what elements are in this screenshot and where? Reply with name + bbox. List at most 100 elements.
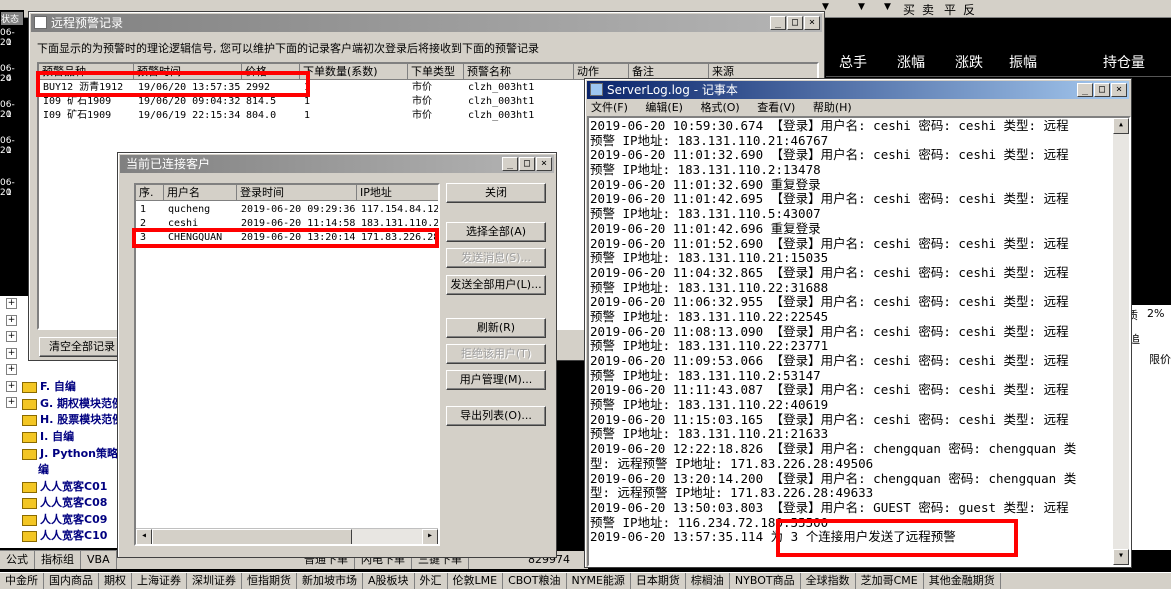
- scroll-up-icon[interactable]: ▴: [1113, 118, 1129, 134]
- market-tab[interactable]: 外汇: [415, 573, 448, 589]
- alert-row-2-name[interactable]: clzh_003ht1: [468, 95, 534, 109]
- market-tab[interactable]: 上海证券: [132, 573, 187, 589]
- expand-plus-icon[interactable]: +: [6, 314, 17, 326]
- expand-plus-icon[interactable]: +: [6, 397, 17, 408]
- sell-button[interactable]: 卖: [922, 1, 934, 18]
- market-tab[interactable]: 中金所: [0, 573, 44, 589]
- col-order-type[interactable]: 下单类型: [408, 64, 464, 80]
- close-icon[interactable]: ×: [1111, 83, 1127, 97]
- buy-button[interactable]: 买: [903, 1, 915, 18]
- maximize-icon[interactable]: □: [1094, 83, 1110, 97]
- client-row-1-ip[interactable]: 117.154.84.122: [361, 203, 438, 217]
- alert-row-3-qty[interactable]: 1: [304, 109, 310, 123]
- close-icon[interactable]: ×: [536, 157, 552, 171]
- tree-item-6[interactable]: 编: [38, 462, 49, 478]
- alert-row-2-price[interactable]: 814.5: [246, 95, 276, 109]
- market-tab[interactable]: A股板块: [363, 573, 415, 589]
- market-tab[interactable]: 伦敦LME: [448, 573, 504, 589]
- clear-all-records-button[interactable]: 清空全部记录: [39, 337, 125, 357]
- scroll-down-icon[interactable]: ▾: [1113, 549, 1129, 565]
- scroll-right-icon[interactable]: ▸: [422, 529, 438, 544]
- alert-row-3-price[interactable]: 804.0: [246, 109, 276, 123]
- alert-row-2-type[interactable]: 市价: [412, 95, 432, 109]
- tree-item-1[interactable]: F. 自编: [22, 379, 76, 395]
- menu-view[interactable]: 查看(V): [757, 100, 795, 116]
- notepad-titlebar[interactable]: ServerLog.log - 记事本 _ □ ×: [587, 81, 1129, 99]
- alert-window-titlebar[interactable]: 远程预警记录 _ □ ×: [31, 14, 822, 32]
- user-management-button[interactable]: 用户管理(M)...: [446, 370, 546, 390]
- market-tab[interactable]: NYBOT商品: [730, 573, 801, 589]
- deny-user-button[interactable]: 拒绝该用户(T): [446, 344, 546, 364]
- client-row-1-time[interactable]: 2019-06-20 09:29:36: [241, 203, 355, 217]
- col-amplitude[interactable]: 振幅: [1009, 55, 1037, 71]
- alert-row-2-time[interactable]: 19/06/20 09:04:32: [138, 95, 240, 109]
- col-change-pct[interactable]: 涨幅: [897, 55, 925, 71]
- menu-edit[interactable]: 编辑(E): [645, 100, 683, 116]
- expand-plus-icon[interactable]: +: [6, 347, 17, 359]
- maximize-icon[interactable]: □: [787, 16, 803, 30]
- right-tab[interactable]: 表: [1135, 555, 1146, 571]
- close-button[interactable]: 关闭: [446, 183, 546, 203]
- market-tab[interactable]: 芝加哥CME: [856, 573, 924, 589]
- col-ip[interactable]: IP地址: [357, 185, 438, 201]
- vertical-scrollbar[interactable]: ▴ ▾: [1113, 118, 1129, 565]
- tree-item-8[interactable]: 人人宽客C08: [22, 495, 107, 511]
- market-tab[interactable]: 国内商品: [44, 573, 99, 589]
- col-quantity[interactable]: 下单数量(系数): [300, 64, 408, 80]
- tree-item-3[interactable]: H. 股票模块范例: [22, 412, 123, 428]
- tab-vba[interactable]: VBA: [81, 551, 117, 569]
- client-row-1-index[interactable]: 1: [140, 203, 146, 217]
- col-username[interactable]: 用户名: [164, 185, 237, 201]
- horizontal-scrollbar[interactable]: ◂ ▸: [136, 528, 438, 544]
- notepad-text-area[interactable]: 2019-06-20 10:59:30.674 【登录】用户名: ceshi 密…: [587, 116, 1131, 567]
- market-tab[interactable]: 恒指期货: [242, 573, 297, 589]
- scroll-left-icon[interactable]: ◂: [136, 529, 152, 544]
- close-icon[interactable]: ×: [804, 16, 820, 30]
- tab-formula[interactable]: 公式: [0, 551, 35, 569]
- alert-row-3-type[interactable]: 市价: [412, 109, 432, 123]
- tree-item-9[interactable]: 人人宽客C09: [22, 512, 107, 528]
- col-open-interest[interactable]: 持仓量: [1103, 55, 1145, 71]
- tree-item-7[interactable]: 人人宽客C01: [22, 479, 107, 495]
- market-tab[interactable]: CBOT粮油: [503, 573, 567, 589]
- market-tab[interactable]: 全球指数: [801, 573, 856, 589]
- refresh-button[interactable]: 刷新(R): [446, 318, 546, 338]
- col-alert-name[interactable]: 预警名称: [464, 64, 574, 80]
- client-row-1-user[interactable]: qucheng: [168, 203, 210, 217]
- minimize-icon[interactable]: _: [502, 157, 518, 171]
- market-tab[interactable]: NYME能源: [567, 573, 631, 589]
- alert-row-3-name[interactable]: clzh_003ht1: [468, 109, 534, 123]
- col-volume[interactable]: 总手: [839, 55, 867, 71]
- alert-row-2-symbol[interactable]: I09 矿石1909: [43, 95, 111, 109]
- alert-row-2-qty[interactable]: 1: [304, 95, 310, 109]
- export-list-button[interactable]: 导出列表(O)...: [446, 406, 546, 426]
- menu-help[interactable]: 帮助(H): [813, 100, 852, 116]
- clients-window-titlebar[interactable]: 当前已连接客户 _ □ ×: [120, 155, 554, 173]
- close-position-button[interactable]: 平: [944, 1, 956, 18]
- market-tab[interactable]: 期权: [99, 573, 132, 589]
- expand-plus-icon[interactable]: +: [6, 331, 17, 342]
- tree-item-4[interactable]: I. 自编: [22, 429, 74, 445]
- send-all-users-button[interactable]: 发送全部用户(L)...: [446, 275, 546, 295]
- alert-row-1-type[interactable]: 市价: [412, 81, 432, 95]
- menu-file[interactable]: 文件(F): [591, 100, 628, 116]
- toolbar-dropdown-3[interactable]: ▼: [884, 2, 891, 12]
- send-message-button[interactable]: 发送消息(S)...: [446, 248, 546, 268]
- tree-item-2[interactable]: G. 期权模块范例: [22, 396, 123, 412]
- maximize-icon[interactable]: □: [519, 157, 535, 171]
- toolbar-dropdown-2[interactable]: ▼: [858, 2, 865, 12]
- alert-row-3-time[interactable]: 19/06/19 22:15:34: [138, 109, 240, 123]
- market-tab[interactable]: 其他金融期货: [924, 573, 1001, 589]
- tree-item-10[interactable]: 人人宽客C10: [22, 528, 107, 544]
- market-tab[interactable]: 新加坡市场: [297, 573, 363, 589]
- market-tab[interactable]: 棕榈油: [686, 573, 730, 589]
- scroll-thumb[interactable]: [152, 529, 352, 544]
- col-index[interactable]: 序.: [136, 185, 164, 201]
- expand-plus-icon[interactable]: +: [6, 298, 17, 309]
- market-tab[interactable]: 日本期货: [631, 573, 686, 589]
- reverse-button[interactable]: 反: [963, 1, 975, 18]
- tab-indicator-group[interactable]: 指标组: [35, 551, 81, 569]
- minimize-icon[interactable]: _: [1077, 83, 1093, 97]
- alert-row-1-name[interactable]: clzh_003ht1: [468, 81, 534, 95]
- minimize-icon[interactable]: _: [770, 16, 786, 30]
